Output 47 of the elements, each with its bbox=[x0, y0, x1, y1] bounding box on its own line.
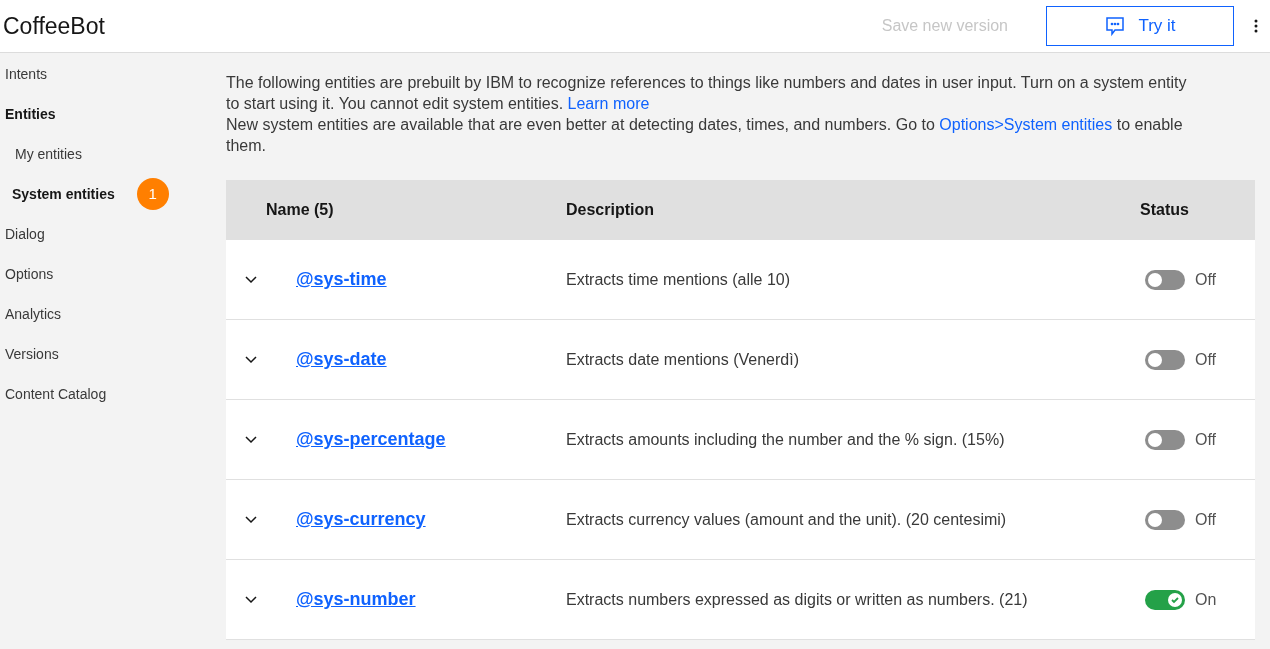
entity-link[interactable]: @sys-time bbox=[296, 266, 566, 293]
entity-link[interactable]: @sys-date bbox=[296, 346, 566, 373]
count-badge: 1 bbox=[136, 178, 169, 210]
chat-icon bbox=[1104, 15, 1127, 37]
nav-item[interactable]: Versions bbox=[5, 343, 59, 365]
intro-paragraph: The following entities are prebuilt by IBM to recognize references to things like numbers and dates in user input. Turn on a system entity to start using it. You cannot edit system entities. Learn more bbox=[226, 73, 1188, 114]
entity-link[interactable]: @sys-currency bbox=[296, 506, 566, 533]
chevron-down-icon[interactable] bbox=[245, 515, 257, 524]
column-header: Name (5) bbox=[265, 200, 335, 220]
nav-item[interactable]: System entities bbox=[12, 183, 115, 205]
intro-paragraph: New system entities are available that are even better at detecting dates, times, and numbers. Go to Options>System entities to enable them. bbox=[226, 115, 1184, 156]
status-label: Off bbox=[1195, 509, 1217, 530]
chevron-down-icon[interactable] bbox=[245, 275, 257, 284]
intro-link[interactable]: Options>System entities bbox=[939, 116, 1113, 133]
checkmark-icon bbox=[1170, 594, 1180, 605]
nav-item[interactable]: My entities bbox=[12, 143, 82, 165]
status-toggle[interactable] bbox=[1145, 589, 1185, 610]
entity-description: Extracts date mentions (Venerdì) bbox=[566, 349, 800, 370]
status-label: Off bbox=[1195, 269, 1217, 290]
status-toggle[interactable] bbox=[1145, 269, 1185, 290]
nav-item[interactable]: Content Catalog bbox=[5, 383, 107, 405]
chevron-down-icon[interactable] bbox=[245, 355, 257, 364]
nav-item[interactable]: Intents bbox=[5, 63, 48, 85]
chevron-down-icon[interactable] bbox=[245, 595, 257, 604]
column-header: Description bbox=[566, 200, 655, 220]
column-header: Status bbox=[1140, 200, 1190, 220]
status-label: On bbox=[1195, 589, 1217, 610]
intro-link[interactable]: Learn more bbox=[567, 95, 650, 112]
entity-description: Extracts numbers expressed as digits or written as numbers. (21) bbox=[566, 589, 1029, 610]
entity-description: Extracts currency values (amount and the unit). (20 centesimi) bbox=[566, 509, 1008, 530]
entity-link[interactable]: @sys-percentage bbox=[296, 426, 566, 453]
status-toggle[interactable] bbox=[1145, 349, 1185, 370]
status-toggle[interactable] bbox=[1145, 429, 1185, 450]
nav-item[interactable]: Entities bbox=[5, 103, 56, 125]
status-toggle[interactable] bbox=[1145, 509, 1185, 530]
app-title: CoffeeBot bbox=[2, 11, 105, 41]
nav-item[interactable]: Options bbox=[5, 263, 54, 285]
try-it-button[interactable]: Try it bbox=[1046, 6, 1234, 46]
entity-link[interactable]: @sys-number bbox=[296, 586, 566, 613]
status-label: Off bbox=[1195, 349, 1217, 370]
entity-description: Extracts time mentions (alle 10) bbox=[566, 269, 792, 290]
entity-description: Extracts amounts including the number and the % sign. (15%) bbox=[566, 429, 1006, 450]
status-label: Off bbox=[1195, 429, 1217, 450]
chevron-down-icon[interactable] bbox=[245, 435, 257, 444]
overflow-menu-icon[interactable] bbox=[1254, 19, 1258, 33]
nav-item[interactable]: Dialog bbox=[5, 223, 45, 245]
nav-item[interactable]: Analytics bbox=[5, 303, 62, 325]
